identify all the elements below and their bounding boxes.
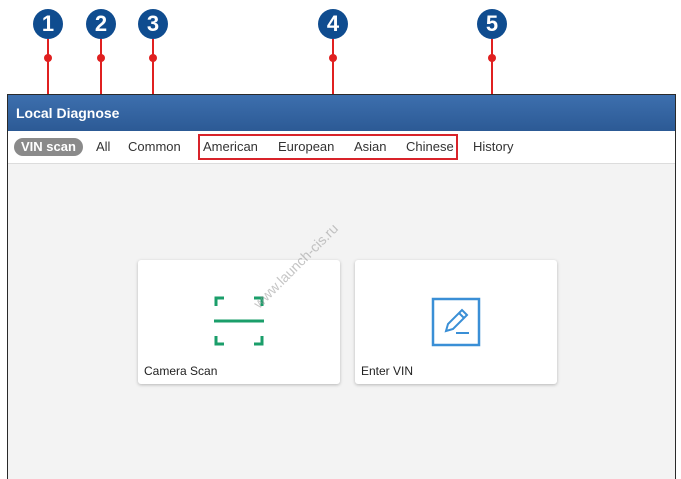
enter-vin-card[interactable]: Enter VIN (355, 260, 557, 384)
enter-vin-label: Enter VIN (361, 364, 414, 378)
callout-number: 2 (86, 9, 116, 39)
brand-tab-bar: VIN scan All Common American European As… (8, 131, 675, 164)
tab-american[interactable]: American (203, 138, 258, 156)
callout-number: 4 (318, 9, 348, 39)
callout-number: 5 (477, 9, 507, 39)
local-diagnose-screen: Local Diagnose VIN scan All Common Ameri… (7, 94, 676, 479)
tab-common[interactable]: Common (128, 138, 181, 156)
callout-number: 1 (33, 9, 63, 39)
edit-document-icon (431, 297, 481, 347)
camera-scan-card[interactable]: Camera Scan (138, 260, 340, 384)
tab-chinese[interactable]: Chinese (406, 138, 454, 156)
tab-vin-scan[interactable]: VIN scan (14, 138, 83, 156)
tab-all[interactable]: All (96, 138, 110, 156)
camera-scan-label: Camera Scan (144, 364, 218, 378)
tab-history[interactable]: History (473, 138, 513, 156)
tab-european[interactable]: European (278, 138, 334, 156)
tab-asian[interactable]: Asian (354, 138, 387, 156)
page-title: Local Diagnose (8, 95, 675, 131)
callout-number: 3 (138, 9, 168, 39)
